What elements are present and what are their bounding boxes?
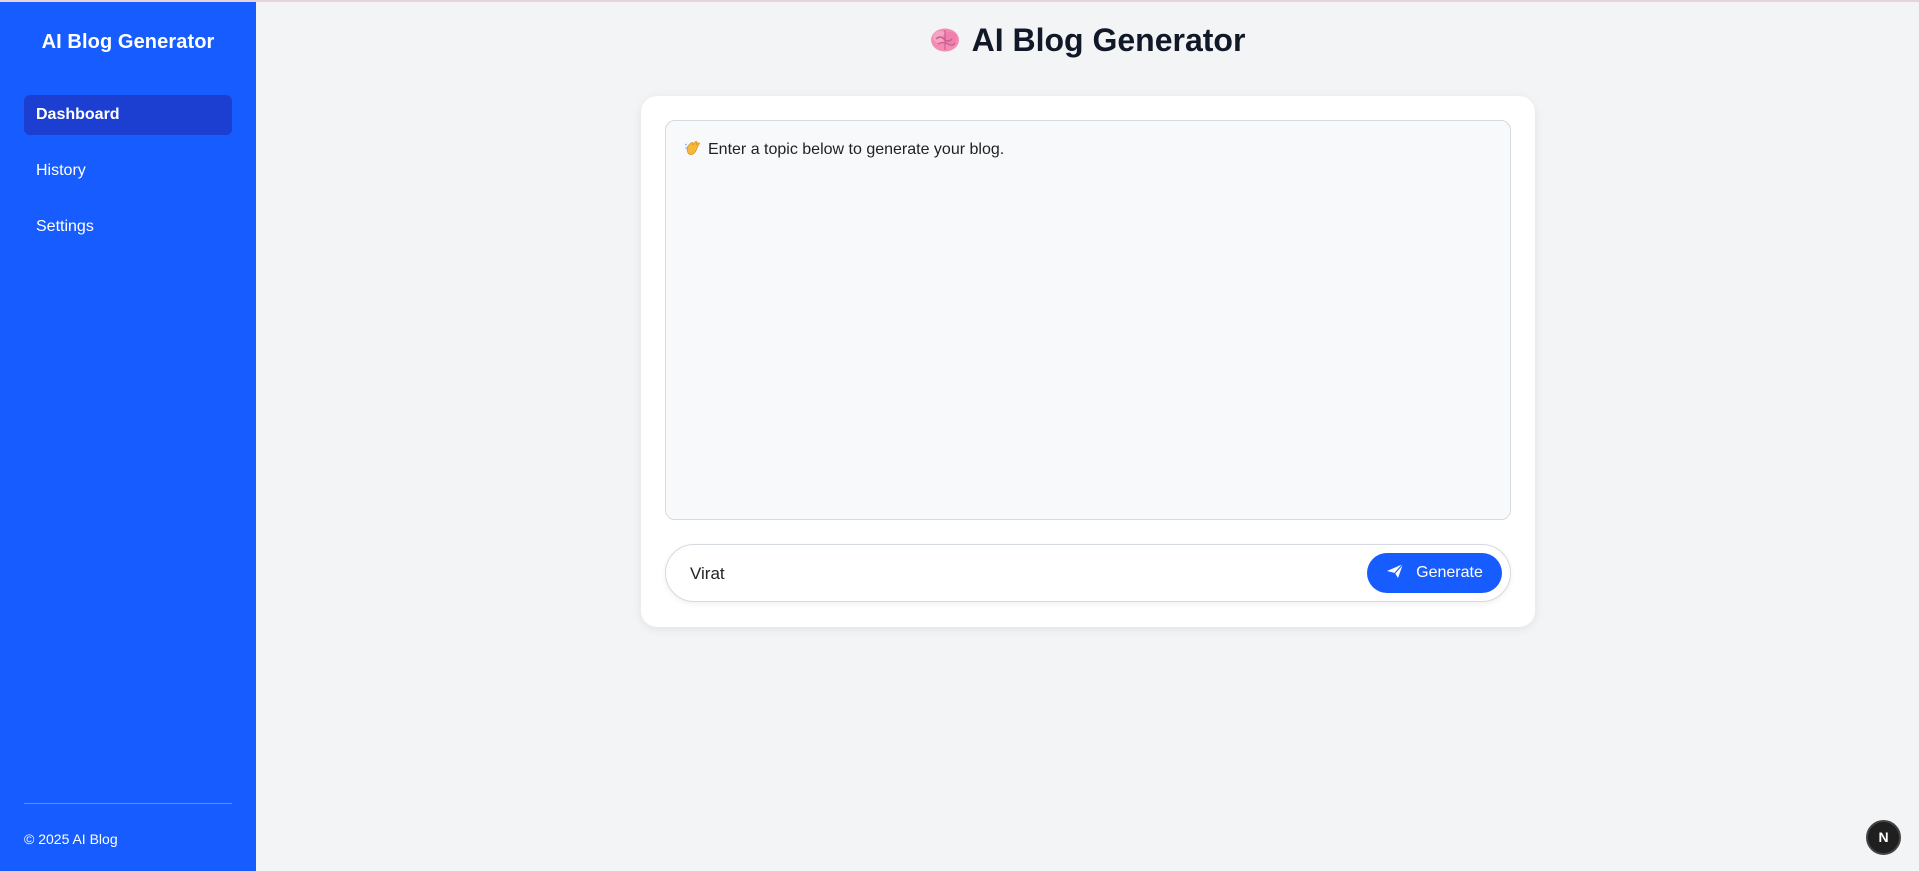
empty-state-message: Enter a topic below to generate your blo… [684,140,1004,159]
page-title-text: AI Blog Generator [971,22,1246,58]
top-border [0,0,1919,2]
page-title: AI Blog Generator [256,22,1919,59]
sidebar: AI Blog Generator Dashboard History Sett… [0,2,256,871]
sidebar-item-history[interactable]: History [24,151,232,191]
generate-button[interactable]: Generate [1367,553,1502,593]
sidebar-nav: Dashboard History Settings [24,95,232,263]
waving-hand-icon [684,140,702,156]
generate-button-label: Generate [1416,564,1483,581]
sidebar-divider [24,803,232,804]
topic-input[interactable] [688,559,1332,589]
blog-output-area: Enter a topic below to generate your blo… [665,120,1511,520]
sidebar-item-dashboard[interactable]: Dashboard [24,95,232,135]
send-icon [1386,555,1404,578]
nextjs-dev-badge[interactable]: N [1866,820,1901,855]
sidebar-brand: AI Blog Generator [41,31,215,53]
brain-icon [930,24,960,52]
sidebar-item-settings[interactable]: Settings [24,207,232,247]
empty-state-text: Enter a topic below to generate your blo… [708,141,1005,158]
generator-card: Enter a topic below to generate your blo… [641,96,1535,627]
copyright-text: © 2025 AI Blog [24,831,118,847]
topic-input-bar: Generate [665,544,1511,602]
